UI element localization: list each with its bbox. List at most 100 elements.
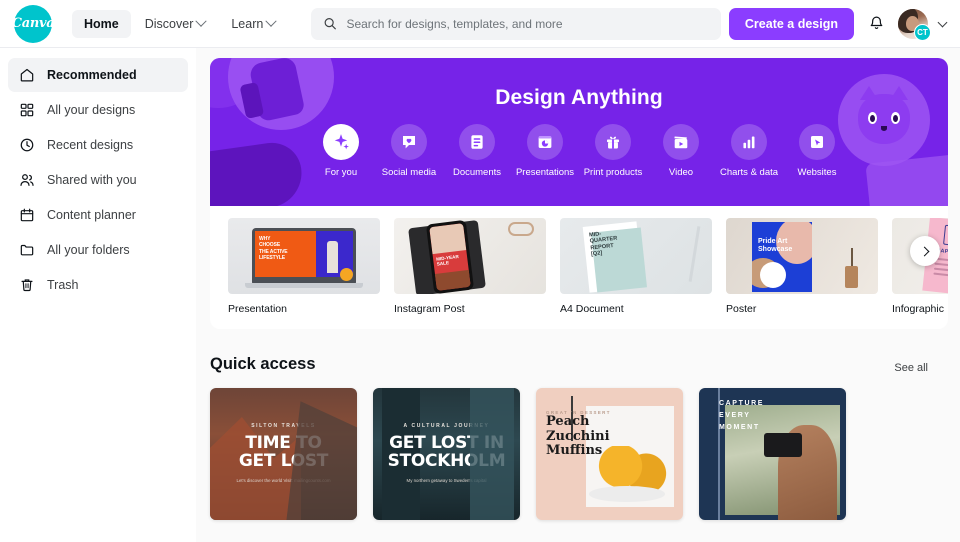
account-menu-chevron-down-icon[interactable] — [937, 17, 948, 27]
template-thumbnail: Pride Art Showcase — [726, 218, 878, 294]
quick-access-card-peach-zucchini-muffins[interactable]: GREAT 'N DESSERT Peach Zucchini Muffins — [536, 388, 683, 520]
avatar-initials-badge: CT — [914, 23, 931, 41]
folder-icon — [18, 241, 36, 259]
banner-category-video-label: Video — [668, 167, 694, 178]
clock-icon — [18, 136, 36, 154]
chevron-down-icon — [195, 15, 208, 27]
quick-access-header: Quick access See all — [210, 329, 948, 374]
template-card-label: Instagram Post — [394, 303, 465, 315]
nav-item-learn[interactable]: Learn — [219, 10, 287, 38]
search-icon — [324, 18, 337, 30]
template-card-presentation[interactable]: WHY CHOOSE THE ACTIVE LIFESTYLE Presenta… — [228, 218, 380, 315]
sidebar-item-content-planner-label: Content planner — [47, 208, 136, 222]
design-anything-banner: Design Anything For you Social media Doc… — [210, 58, 948, 206]
banner-category-documents[interactable]: Documents — [443, 124, 511, 178]
quick-access-card-row: SILTON TRAVELS TIME TO GET LOST Let's di… — [210, 388, 948, 520]
card-title-line: GET LOST — [238, 450, 329, 471]
card-kicker: SILTON TRAVELS — [251, 423, 316, 430]
template-card-poster[interactable]: Pride Art Showcase Poster — [726, 218, 878, 315]
canva-logo[interactable]: Canva — [12, 4, 55, 43]
sidebar-item-recommended[interactable]: Recommended — [8, 58, 188, 92]
banner-title: Design Anything — [495, 86, 663, 109]
template-thumbnail: MID- QUARTER REPORT [Q2] — [560, 218, 712, 294]
banner-category-social-media-label: Social media — [381, 167, 437, 178]
sidebar-item-trash[interactable]: Trash — [8, 268, 188, 302]
top-header: Canva Home Discover Learn Create a des — [0, 0, 960, 48]
sparkle-icon — [323, 124, 359, 160]
banner-category-list: For you Social media Documents Presentat… — [210, 124, 948, 178]
notifications-button[interactable] — [865, 13, 887, 35]
banner-category-social-media[interactable]: Social media — [375, 124, 443, 178]
page-body: Recommended All your designs Recent desi… — [0, 48, 960, 542]
quick-access-card-capture-every-moment[interactable]: CAPTURE EVERY MOMENT — [699, 388, 846, 520]
main-nav: Home Discover Learn — [72, 9, 287, 38]
card-title-line: Peach — [546, 414, 590, 429]
banner-category-presentations[interactable]: Presentations — [511, 124, 579, 178]
banner-category-print-products-label: Print products — [583, 167, 643, 178]
banner-category-print-products[interactable]: Print products — [579, 124, 647, 178]
banner-category-websites-label: Websites — [797, 167, 837, 178]
banner-category-presentations-label: Presentations — [515, 167, 575, 178]
search-input[interactable] — [346, 16, 709, 31]
sidebar-item-all-your-folders-label: All your folders — [47, 243, 130, 257]
cat-eye-right — [891, 112, 900, 124]
banner-category-charts-and-data[interactable]: Charts & data — [715, 124, 783, 178]
sidebar-item-all-your-designs-label: All your designs — [47, 103, 136, 117]
nav-item-discover[interactable]: Discover — [133, 10, 218, 38]
document-icon — [459, 124, 495, 160]
avatar[interactable]: CT — [898, 8, 931, 41]
sidebar-item-shared-with-you-label: Shared with you — [47, 173, 137, 187]
cat-eye-left — [868, 112, 877, 124]
template-card-infographic[interactable]: CHAPTER ONE Infographic — [892, 218, 948, 315]
banner-category-video[interactable]: Video — [647, 124, 715, 178]
people-icon — [18, 171, 36, 189]
template-card-instagram-post[interactable]: MID-YEAR SALE Instagram Post — [394, 218, 546, 315]
template-card-label: Infographic — [892, 303, 944, 315]
create-a-design-button[interactable]: Create a design — [728, 7, 854, 40]
search-bar[interactable] — [311, 7, 721, 40]
clapperboard-icon — [663, 124, 699, 160]
sidebar-item-shared-with-you[interactable]: Shared with you — [8, 163, 188, 197]
nav-item-learn-label: Learn — [231, 16, 264, 31]
home-icon — [18, 66, 36, 84]
card-title-line: Muffins — [546, 443, 603, 459]
banner-category-websites[interactable]: Websites — [783, 124, 851, 178]
quick-access-see-all-link[interactable]: See all — [894, 362, 928, 374]
sidebar: Recommended All your designs Recent desi… — [0, 48, 196, 542]
template-card-label: Presentation — [228, 303, 287, 315]
banner-category-documents-label: Documents — [452, 167, 502, 178]
thumb-text-line: LIFESTYLE — [259, 254, 286, 261]
sidebar-item-content-planner[interactable]: Content planner — [8, 198, 188, 232]
nav-item-home-label: Home — [84, 16, 119, 31]
sidebar-item-recent-designs-label: Recent designs — [47, 138, 134, 152]
main-content: Design Anything For you Social media Doc… — [196, 48, 960, 542]
sidebar-item-all-your-designs[interactable]: All your designs — [8, 93, 188, 127]
canva-home-page: Canva Home Discover Learn Create a des — [0, 0, 960, 542]
template-type-strip: WHY CHOOSE THE ACTIVE LIFESTYLE Presenta… — [210, 206, 948, 329]
quick-access-card-time-to-get-lost[interactable]: SILTON TRAVELS TIME TO GET LOST Let's di… — [210, 388, 357, 520]
card-title-line: STOCKHOLM — [387, 450, 506, 471]
sidebar-item-recent-designs[interactable]: Recent designs — [8, 128, 188, 162]
quick-access-title: Quick access — [210, 355, 316, 373]
sidebar-item-all-your-folders[interactable]: All your folders — [8, 233, 188, 267]
template-card-a4-document[interactable]: MID- QUARTER REPORT [Q2] A4 Document — [560, 218, 712, 315]
banner-category-for-you[interactable]: For you — [307, 124, 375, 178]
chevron-right-icon — [919, 246, 929, 256]
card-title-line: CAPTURE — [719, 400, 765, 407]
nav-item-discover-label: Discover — [144, 16, 194, 31]
template-card-label: A4 Document — [560, 303, 624, 315]
thumb-text-line: Showcase — [758, 245, 793, 253]
presentation-chart-icon — [527, 124, 563, 160]
gift-icon — [595, 124, 631, 160]
card-title-line: MOMENT — [719, 423, 760, 431]
template-thumbnail: MID-YEAR SALE — [394, 218, 546, 294]
card-subtitle: My northern getaway to Sweden's capital — [406, 478, 487, 484]
sidebar-item-trash-label: Trash — [47, 278, 79, 292]
quick-access-card-get-lost-in-stockholm[interactable]: A CULTURAL JOURNEY GET LOST IN STOCKHOLM… — [373, 388, 520, 520]
nav-item-home[interactable]: Home — [72, 9, 131, 38]
grid-icon — [18, 101, 36, 119]
calendar-icon — [18, 206, 36, 224]
templates-scroll-next-button[interactable] — [910, 236, 940, 266]
card-subtitle: Let's discover the world Visit: mailingc… — [236, 478, 331, 484]
sidebar-item-recommended-label: Recommended — [47, 68, 137, 82]
